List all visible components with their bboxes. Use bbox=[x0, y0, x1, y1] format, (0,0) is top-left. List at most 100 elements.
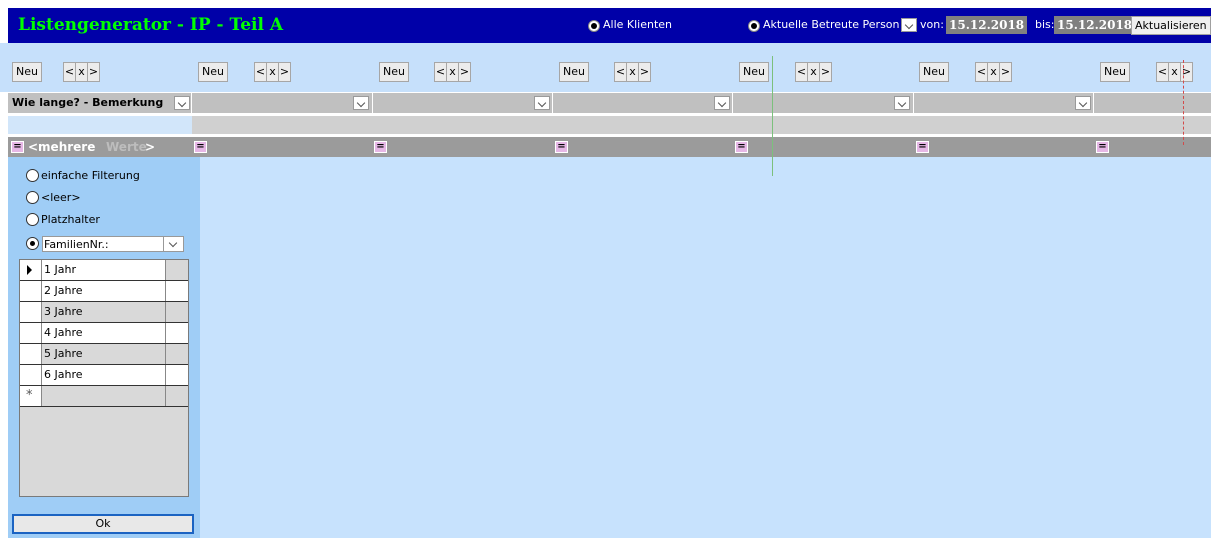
field-2-dropdown-icon[interactable] bbox=[353, 96, 369, 110]
grid-scroll-cell bbox=[166, 323, 188, 343]
grid-row[interactable]: 4 Jahre bbox=[20, 323, 188, 344]
equals-button-7[interactable]: = bbox=[1096, 141, 1109, 153]
radio-selected-icon bbox=[26, 237, 39, 250]
next-button[interactable]: > bbox=[458, 62, 471, 82]
grid-scroll-cell bbox=[166, 260, 188, 280]
field-header-row: Wie lange? - Bemerkung bbox=[8, 93, 1211, 113]
title-bar: Listengenerator - IP - Teil A Alle Klien… bbox=[8, 8, 1211, 43]
new-button-3[interactable]: Neu bbox=[379, 62, 409, 82]
grid-row[interactable]: 3 Jahre bbox=[20, 302, 188, 323]
equals-button-2[interactable]: = bbox=[194, 141, 207, 153]
radio-current-person[interactable] bbox=[748, 20, 760, 32]
grid-cell[interactable]: 2 Jahre bbox=[42, 281, 166, 301]
column-divider bbox=[732, 93, 733, 113]
grid-cell[interactable]: 5 Jahre bbox=[42, 344, 166, 364]
next-button[interactable]: > bbox=[819, 62, 832, 82]
main-content-area bbox=[200, 157, 1211, 538]
field-label: Wie lange? - Bemerkung bbox=[12, 96, 164, 109]
radio-icon bbox=[26, 191, 39, 204]
grid-cell[interactable]: 6 Jahre bbox=[42, 365, 166, 385]
filter-row bbox=[8, 137, 1211, 157]
row-selector[interactable] bbox=[20, 365, 42, 385]
grid-row[interactable]: 6 Jahre bbox=[20, 365, 188, 386]
option-simple-filter[interactable]: einfache Filterung bbox=[26, 169, 140, 182]
red-guide-line bbox=[1183, 60, 1184, 145]
new-row-selector[interactable]: * bbox=[20, 386, 42, 406]
field-4-dropdown-icon[interactable] bbox=[714, 96, 730, 110]
label-all-clients: Alle Klienten bbox=[603, 18, 673, 31]
nav-group-5: < x > bbox=[795, 62, 832, 82]
grid-scroll-cell bbox=[166, 386, 188, 406]
label-current-person: Aktuelle Betreute Person bbox=[763, 18, 900, 31]
grid-cell[interactable] bbox=[42, 386, 166, 406]
radio-icon bbox=[26, 169, 39, 182]
option-simple-filter-label: einfache Filterung bbox=[41, 169, 140, 182]
nav-group-6: < x > bbox=[975, 62, 1012, 82]
next-button[interactable]: > bbox=[87, 62, 100, 82]
field-3-dropdown-icon[interactable] bbox=[534, 96, 550, 110]
nav-group-7: < x > bbox=[1156, 62, 1193, 82]
grid-cell[interactable]: 3 Jahre bbox=[42, 302, 166, 322]
field-1-dropdown-icon[interactable] bbox=[174, 96, 190, 110]
grid-scroll-cell bbox=[166, 281, 188, 301]
grid-scroll-cell bbox=[166, 302, 188, 322]
grid-row[interactable]: 2 Jahre bbox=[20, 281, 188, 302]
field-6-dropdown-icon[interactable] bbox=[1075, 96, 1091, 110]
new-row-asterisk-icon: * bbox=[26, 388, 33, 403]
grid-row[interactable]: 5 Jahre bbox=[20, 344, 188, 365]
equals-button-5[interactable]: = bbox=[735, 141, 748, 153]
current-row-arrow-icon bbox=[27, 265, 32, 275]
grid-row[interactable]: 1 Jahr bbox=[20, 260, 188, 281]
from-date-field[interactable]: 15.12.2018 bbox=[946, 16, 1028, 34]
multi-values-word: Werte bbox=[106, 140, 147, 154]
nav-group-3: < x > bbox=[434, 62, 471, 82]
row-selector[interactable] bbox=[20, 281, 42, 301]
current-person-dropdown-icon[interactable] bbox=[901, 18, 917, 32]
new-button-2[interactable]: Neu bbox=[198, 62, 228, 82]
row-selector[interactable] bbox=[20, 344, 42, 364]
option-placeholder-label: Platzhalter bbox=[41, 213, 100, 226]
column-divider bbox=[913, 93, 914, 113]
new-button-4[interactable]: Neu bbox=[559, 62, 589, 82]
equals-button-4[interactable]: = bbox=[555, 141, 568, 153]
new-button-1[interactable]: Neu bbox=[12, 62, 42, 82]
grid-cell[interactable]: 4 Jahre bbox=[42, 323, 166, 343]
radio-icon bbox=[26, 213, 39, 226]
new-button-5[interactable]: Neu bbox=[739, 62, 769, 82]
field-5-dropdown-icon[interactable] bbox=[894, 96, 910, 110]
ok-button[interactable]: Ok bbox=[12, 514, 194, 534]
nav-group-1: < x > bbox=[63, 62, 100, 82]
multi-values-close: > bbox=[145, 140, 156, 154]
next-button[interactable]: > bbox=[638, 62, 651, 82]
option-placeholder[interactable]: Platzhalter bbox=[26, 213, 100, 226]
row-selector[interactable] bbox=[20, 260, 42, 280]
radio-all-clients[interactable] bbox=[588, 20, 600, 32]
equals-button-6[interactable]: = bbox=[916, 141, 929, 153]
grid-scroll-cell bbox=[166, 344, 188, 364]
to-label: bis: bbox=[1035, 18, 1055, 31]
nav-group-4: < x > bbox=[614, 62, 651, 82]
nav-group-2: < x > bbox=[254, 62, 291, 82]
new-button-6[interactable]: Neu bbox=[919, 62, 949, 82]
refresh-button[interactable]: Aktualisieren bbox=[1131, 16, 1211, 35]
row-selector[interactable] bbox=[20, 323, 42, 343]
next-button[interactable]: > bbox=[278, 62, 291, 82]
next-button[interactable]: > bbox=[1180, 62, 1193, 82]
option-empty[interactable]: <leer> bbox=[26, 191, 81, 204]
equals-button-3[interactable]: = bbox=[374, 141, 387, 153]
grid-scroll-cell bbox=[166, 365, 188, 385]
column-divider bbox=[372, 93, 373, 113]
row-selector[interactable] bbox=[20, 302, 42, 322]
grid-cell[interactable]: 1 Jahr bbox=[42, 260, 166, 280]
to-date-field[interactable]: 15.12.2018 bbox=[1054, 16, 1136, 34]
option-family-number[interactable] bbox=[26, 237, 41, 250]
multi-values-label: <mehrere bbox=[28, 140, 96, 154]
equals-button-1[interactable]: = bbox=[11, 141, 24, 153]
next-button[interactable]: > bbox=[999, 62, 1012, 82]
toolbar-strip bbox=[0, 56, 1211, 92]
family-number-dropdown-icon[interactable] bbox=[163, 236, 184, 252]
grid-new-row[interactable]: * bbox=[20, 386, 188, 407]
new-button-7[interactable]: Neu bbox=[1100, 62, 1130, 82]
option-empty-label: <leer> bbox=[41, 191, 81, 204]
value-cell-active[interactable] bbox=[8, 116, 192, 134]
